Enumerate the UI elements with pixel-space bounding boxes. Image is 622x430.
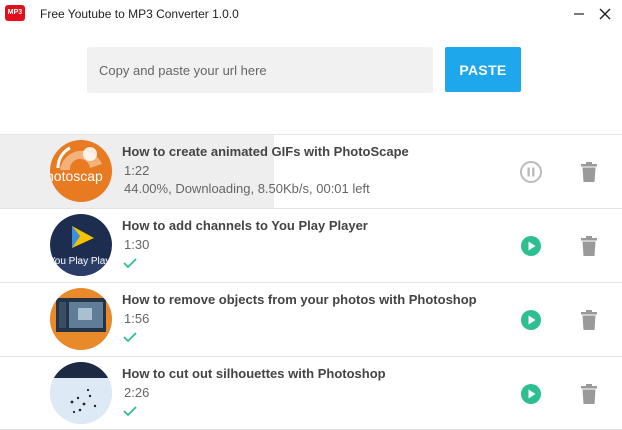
item-title: How to cut out silhouettes with Photosho… (122, 366, 386, 381)
svg-text:hotoscap: hotoscap (50, 168, 103, 184)
list-item[interactable]: How to remove objects from your photos w… (0, 282, 622, 356)
pause-icon (520, 161, 542, 183)
trash-icon (581, 162, 597, 182)
delete-button[interactable] (580, 235, 598, 257)
minimize-icon (574, 13, 584, 15)
trash-icon (581, 384, 597, 404)
paste-button[interactable]: PASTE (445, 47, 521, 92)
window-title: Free Youtube to MP3 Converter 1.0.0 (40, 7, 239, 21)
svg-text:You Play Playe: You Play Playe (50, 256, 112, 267)
video-thumbnail: You Play Playe (50, 214, 112, 276)
delete-button[interactable] (580, 383, 598, 405)
download-status: 44.00%, Downloading, 8.50Kb/s, 00:01 lef… (124, 181, 370, 196)
close-icon (599, 8, 611, 20)
play-icon (521, 236, 541, 256)
trash-icon (581, 236, 597, 256)
pause-button[interactable] (520, 161, 542, 183)
check-icon (123, 406, 137, 417)
play-icon (521, 310, 541, 330)
delete-button[interactable] (580, 309, 598, 331)
play-icon (521, 384, 541, 404)
item-title: How to remove objects from your photos w… (122, 292, 477, 307)
item-duration: 1:30 (124, 237, 150, 252)
play-button[interactable] (520, 383, 542, 405)
item-title: How to create animated GIFs with PhotoSc… (122, 144, 409, 159)
app-icon: MP3 (5, 5, 25, 21)
video-thumbnail: hotoscap (50, 140, 112, 202)
minimize-button[interactable] (568, 2, 590, 24)
item-duration: 2:26 (124, 385, 150, 400)
check-icon (123, 258, 137, 269)
item-duration: 1:56 (124, 311, 150, 326)
item-title: How to add channels to You Play Player (122, 218, 368, 233)
play-button[interactable] (520, 309, 542, 331)
video-thumbnail (50, 288, 112, 350)
play-button[interactable] (520, 235, 542, 257)
trash-icon (581, 310, 597, 330)
delete-button[interactable] (580, 161, 598, 183)
video-thumbnail (50, 362, 112, 424)
item-duration: 1:22 (124, 163, 150, 178)
list-item[interactable]: hotoscap How to create animated GIFs wit… (0, 134, 622, 208)
list-item[interactable]: You Play Playe How to add channels to Yo… (0, 208, 622, 282)
close-button[interactable] (594, 2, 616, 24)
check-icon (123, 332, 137, 343)
title-bar: MP3 Free Youtube to MP3 Converter 1.0.0 (0, 0, 622, 30)
url-input[interactable] (87, 47, 433, 93)
download-list: hotoscap How to create animated GIFs wit… (0, 134, 622, 430)
list-item[interactable]: How to cut out silhouettes with Photosho… (0, 356, 622, 430)
